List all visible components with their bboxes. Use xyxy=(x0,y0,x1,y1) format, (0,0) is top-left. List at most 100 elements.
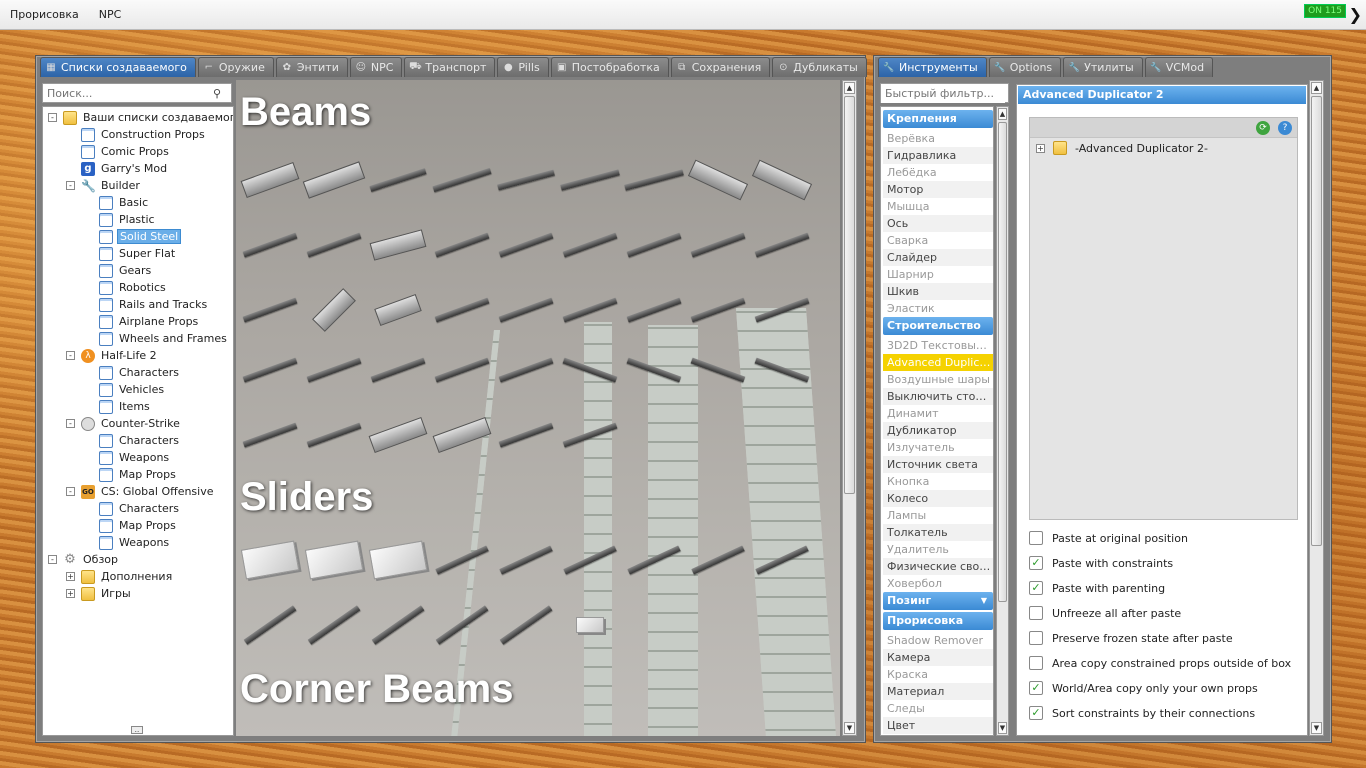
tool-item[interactable]: Выключить столкновения xyxy=(883,388,993,405)
tool-item[interactable]: Сварка xyxy=(883,232,993,249)
tree-node[interactable]: Characters xyxy=(99,432,181,449)
tool-item[interactable]: Гидравлика xyxy=(883,147,993,164)
tree-node[interactable]: Map Props xyxy=(99,466,178,483)
spawn-prop-icon[interactable] xyxy=(304,345,364,395)
spawn-prop-icon[interactable] xyxy=(432,345,492,395)
tab-1[interactable]: ⌐ Оружие xyxy=(197,57,274,77)
spawn-prop-icon[interactable] xyxy=(752,285,812,335)
tree-node[interactable]: Ваши списки создаваемого xyxy=(63,109,233,126)
scroll-down-icon[interactable]: ▼ xyxy=(1311,722,1322,734)
option-row[interactable]: Area copy constrained props outside of b… xyxy=(1029,653,1291,673)
spawn-prop-icon[interactable] xyxy=(368,155,428,205)
tool-item[interactable]: Цвет xyxy=(883,717,993,734)
option-row[interactable]: ✓ Sort constraints by their connections xyxy=(1029,703,1255,723)
spawn-prop-icon[interactable] xyxy=(240,345,300,395)
tree-node[interactable]: Plastic xyxy=(99,211,157,228)
tool-tab-1[interactable]: 🔧 Options xyxy=(988,57,1062,77)
spawn-prop-icon[interactable] xyxy=(432,285,492,335)
chevron-down-icon[interactable]: ▼ xyxy=(981,592,987,610)
tree-node[interactable]: Solid Steel xyxy=(99,228,182,245)
tool-category[interactable]: Строительство xyxy=(883,317,993,335)
tab-5[interactable]: ● Pills xyxy=(497,57,549,77)
spawn-prop-icon[interactable] xyxy=(240,220,300,270)
spawn-prop-icon[interactable] xyxy=(560,600,620,650)
tree-node[interactable]: Basic xyxy=(99,194,150,211)
spawn-prop-icon[interactable] xyxy=(496,410,556,460)
spawn-prop-icon[interactable] xyxy=(560,155,620,205)
expander-icon[interactable]: + xyxy=(66,589,75,598)
expand-icon[interactable]: + xyxy=(1036,143,1045,153)
tool-item[interactable]: Материал xyxy=(883,683,993,700)
help-icon[interactable]: ? xyxy=(1278,121,1292,135)
scroll-thumb[interactable] xyxy=(998,122,1007,602)
scroll-up-icon[interactable]: ▲ xyxy=(844,82,855,94)
tool-item[interactable]: Динамит xyxy=(883,405,993,422)
tool-item[interactable]: Шкив xyxy=(883,283,993,300)
tool-item[interactable]: Слайдер xyxy=(883,249,993,266)
tree-node[interactable]: Weapons xyxy=(99,534,171,551)
tree-node[interactable]: Comic Props xyxy=(81,143,171,160)
spawn-prop-icon[interactable] xyxy=(496,155,556,205)
spawn-prop-icon[interactable] xyxy=(432,600,492,650)
cpanel-scrollbar[interactable]: ▲ ▼ xyxy=(1309,80,1324,736)
checkbox[interactable]: ✓ xyxy=(1029,706,1043,720)
spawn-prop-icon[interactable] xyxy=(432,220,492,270)
spawn-prop-icon[interactable] xyxy=(688,535,748,585)
tool-item[interactable]: Излучатель xyxy=(883,439,993,456)
tool-item[interactable]: Удалитель xyxy=(883,541,993,558)
tree-node[interactable]: Weapons xyxy=(99,449,171,466)
tool-item[interactable]: Кнопка xyxy=(883,473,993,490)
tree-node[interactable]: Airplane Props xyxy=(99,313,200,330)
tool-item[interactable]: Shadow Remover xyxy=(883,632,993,649)
checkbox[interactable] xyxy=(1029,606,1043,620)
expander-icon[interactable]: - xyxy=(66,181,75,190)
spawn-prop-icon[interactable] xyxy=(624,220,684,270)
tool-category[interactable]: Прорисовка xyxy=(883,612,993,630)
tab-0[interactable]: ▦ Списки создаваемого xyxy=(40,57,196,77)
spawn-prop-icon[interactable] xyxy=(368,535,428,585)
spawn-prop-icon[interactable] xyxy=(752,220,812,270)
refresh-icon[interactable]: ⟳ xyxy=(1256,121,1270,135)
spawn-prop-icon[interactable] xyxy=(240,600,300,650)
spawn-prop-icon[interactable] xyxy=(368,285,428,335)
spawn-prop-icon[interactable] xyxy=(751,155,813,205)
expander-icon[interactable]: - xyxy=(48,555,57,564)
tool-item[interactable]: Ховербол xyxy=(883,575,993,592)
spawn-prop-icon[interactable] xyxy=(560,535,620,585)
tree-node[interactable]: Rails and Tracks xyxy=(99,296,209,313)
tree-node[interactable]: Map Props xyxy=(99,517,178,534)
option-row[interactable]: Paste at original position xyxy=(1029,528,1188,548)
tab-8[interactable]: ⊙ Дубликаты xyxy=(772,57,867,77)
tool-tab-2[interactable]: 🔧 Утилиты xyxy=(1063,57,1143,77)
search-input[interactable] xyxy=(43,86,213,100)
menu-npc[interactable]: NPC xyxy=(89,8,132,21)
spawn-prop-icon[interactable] xyxy=(624,535,684,585)
tool-item[interactable]: Колесо xyxy=(883,490,993,507)
spawn-prop-icon[interactable] xyxy=(560,345,620,395)
spawn-prop-icon[interactable] xyxy=(368,345,428,395)
menu-rendering[interactable]: Прорисовка xyxy=(0,8,89,21)
checkbox[interactable]: ✓ xyxy=(1029,681,1043,695)
spawn-prop-icon[interactable] xyxy=(240,410,300,460)
spawn-prop-icon[interactable] xyxy=(688,220,748,270)
spawn-prop-icon[interactable] xyxy=(752,345,812,395)
tool-tab-3[interactable]: 🔧 VCMod xyxy=(1144,57,1214,77)
tree-node[interactable]: Дополнения xyxy=(81,568,174,585)
spawn-prop-icon[interactable] xyxy=(752,535,812,585)
spawn-prop-icon[interactable] xyxy=(687,155,749,205)
option-row[interactable]: ✓ World/Area copy only your own props xyxy=(1029,678,1258,698)
tree-node[interactable]: Items xyxy=(99,398,152,415)
tool-item[interactable]: Камера xyxy=(883,649,993,666)
tool-item[interactable]: Следы xyxy=(883,700,993,717)
spawn-prop-icon[interactable] xyxy=(368,410,428,460)
tree-node[interactable]: Игры xyxy=(81,585,133,602)
tool-tab-0[interactable]: 🔧 Инструменты xyxy=(878,57,987,77)
tree-node[interactable]: λ Half-Life 2 xyxy=(81,347,159,364)
checkbox[interactable] xyxy=(1029,631,1043,645)
spawn-prop-icon[interactable] xyxy=(624,345,684,395)
spawn-prop-icon[interactable] xyxy=(304,220,364,270)
tool-item[interactable]: Мышца xyxy=(883,198,993,215)
tool-item[interactable]: Краска xyxy=(883,666,993,683)
spawn-prop-icon[interactable] xyxy=(560,285,620,335)
tree-node[interactable]: g Garry's Mod xyxy=(81,160,169,177)
